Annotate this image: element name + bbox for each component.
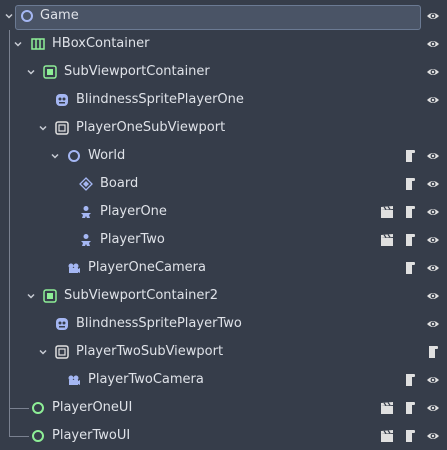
node-label: SubViewportContainer: [64, 64, 210, 79]
script-icon[interactable]: [403, 373, 417, 387]
tree-row-board[interactable]: Board: [0, 170, 447, 198]
visibility-icon[interactable]: [426, 233, 440, 247]
tree-row-hboxcontainer[interactable]: HBoxContainer: [0, 30, 447, 58]
tree-row-blindnessspriteplayertwo[interactable]: BlindnessSpritePlayerTwo: [0, 310, 447, 338]
node-label: PlayerOneUI: [52, 400, 133, 415]
tree-row-game[interactable]: Game: [0, 2, 447, 30]
node-label: PlayerOneSubViewport: [76, 120, 226, 135]
tree-row-playeronesubviewport[interactable]: PlayerOneSubViewport: [0, 114, 447, 142]
visibility-icon[interactable]: [426, 177, 440, 191]
node-label: PlayerTwo: [100, 232, 165, 247]
control-circle-icon: [31, 401, 45, 415]
tree-connector-line: [9, 408, 29, 409]
subviewport-icon: [55, 345, 69, 359]
chevron-down-icon[interactable]: [38, 347, 48, 357]
script-icon[interactable]: [403, 149, 417, 163]
visibility-icon[interactable]: [426, 205, 440, 219]
node-label: BlindnessSpritePlayerOne: [76, 92, 244, 107]
node-label: PlayerTwoCamera: [88, 372, 204, 387]
tree-row-world[interactable]: World: [0, 142, 447, 170]
visibility-icon[interactable]: [426, 149, 440, 163]
tree-row-playertwosubviewport[interactable]: PlayerTwoSubViewport: [0, 338, 447, 366]
scene-instance-icon[interactable]: [380, 233, 394, 247]
subviewport-container-icon: [43, 289, 57, 303]
visibility-icon[interactable]: [426, 317, 440, 331]
node-label: Board: [100, 176, 139, 191]
chevron-down-icon[interactable]: [4, 11, 14, 21]
visibility-icon[interactable]: [426, 65, 440, 79]
node-label: PlayerTwoUI: [52, 428, 131, 443]
chevron-down-icon[interactable]: [50, 151, 60, 161]
tree-row-playerone[interactable]: PlayerOne: [0, 198, 447, 226]
scene-tree: Game HBoxContainer SubViewportContainer: [0, 0, 447, 447]
scene-instance-icon[interactable]: [380, 205, 394, 219]
visibility-icon[interactable]: [426, 37, 440, 51]
scene-instance-icon[interactable]: [380, 429, 394, 443]
visibility-icon[interactable]: [426, 93, 440, 107]
subviewport-container-icon: [43, 65, 57, 79]
node-label: BlindnessSpritePlayerTwo: [76, 316, 242, 331]
script-icon[interactable]: [403, 205, 417, 219]
script-icon[interactable]: [403, 233, 417, 247]
script-icon[interactable]: [403, 261, 417, 275]
tree-guide-line: [9, 30, 10, 437]
tree-row-playeroneui[interactable]: PlayerOneUI: [0, 394, 447, 422]
chevron-down-icon[interactable]: [38, 123, 48, 133]
node-label: World: [88, 148, 126, 163]
node-2d-circle-icon: [20, 9, 34, 23]
tree-row-playertwocamera[interactable]: PlayerTwoCamera: [0, 366, 447, 394]
sprite-icon: [55, 93, 69, 107]
chevron-down-icon[interactable]: [26, 67, 36, 77]
node-label: SubViewportContainer2: [64, 288, 219, 303]
node-2d-circle-icon: [67, 149, 81, 163]
character-body-icon: [79, 233, 93, 247]
visibility-icon[interactable]: [426, 289, 440, 303]
character-body-icon: [79, 205, 93, 219]
tree-row-playertwoui[interactable]: PlayerTwoUI: [0, 422, 447, 450]
tree-row-blindnessspriteplayerone[interactable]: BlindnessSpritePlayerOne: [0, 86, 447, 114]
visibility-icon[interactable]: [426, 261, 440, 275]
visibility-icon[interactable]: [426, 9, 440, 23]
subviewport-icon: [55, 121, 69, 135]
sprite-icon: [55, 317, 69, 331]
script-icon[interactable]: [403, 401, 417, 415]
tree-row-subviewportcontainer[interactable]: SubViewportContainer: [0, 58, 447, 86]
chevron-down-icon[interactable]: [13, 39, 23, 49]
tree-row-playeronecamera[interactable]: PlayerOneCamera: [0, 254, 447, 282]
node-label: Game: [40, 8, 79, 23]
camera-icon: [67, 261, 81, 275]
visibility-icon[interactable]: [426, 401, 440, 415]
hbox-container-icon: [31, 37, 45, 51]
camera-icon: [67, 373, 81, 387]
tree-row-playertwo[interactable]: PlayerTwo: [0, 226, 447, 254]
node-label: PlayerTwoSubViewport: [76, 344, 224, 359]
tree-row-subviewportcontainer2[interactable]: SubViewportContainer2: [0, 282, 447, 310]
control-circle-icon: [31, 429, 45, 443]
script-icon[interactable]: [426, 345, 440, 359]
node-label: PlayerOne: [100, 204, 167, 219]
node-label: PlayerOneCamera: [88, 260, 206, 275]
chevron-down-icon[interactable]: [26, 291, 36, 301]
script-icon[interactable]: [403, 429, 417, 443]
board-node-icon: [79, 177, 93, 191]
scene-instance-icon[interactable]: [380, 401, 394, 415]
visibility-icon[interactable]: [426, 429, 440, 443]
visibility-icon[interactable]: [426, 373, 440, 387]
node-label: HBoxContainer: [52, 36, 150, 51]
tree-connector-line: [9, 436, 29, 437]
script-icon[interactable]: [403, 177, 417, 191]
